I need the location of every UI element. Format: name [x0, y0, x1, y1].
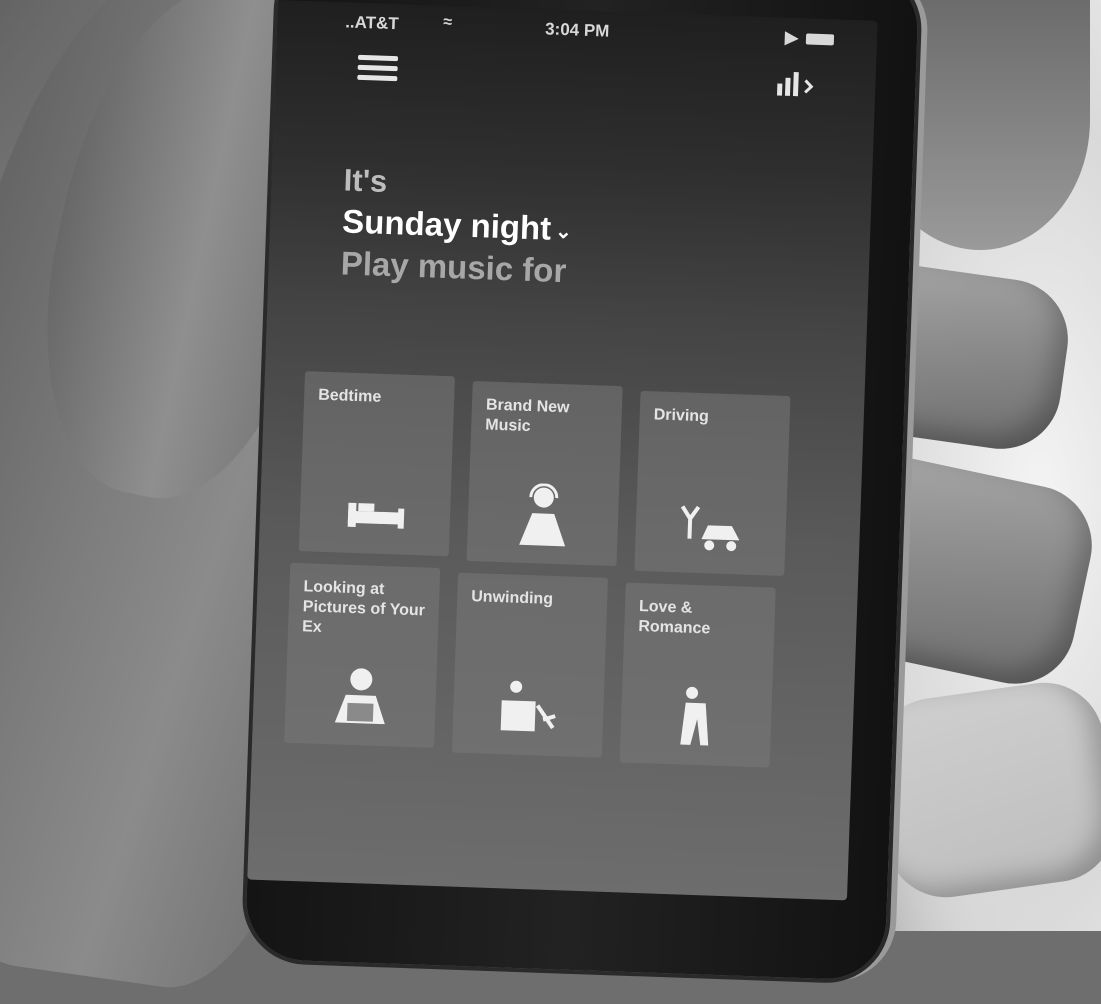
hamburger-menu-icon[interactable]: [357, 54, 399, 88]
tile-label: Love & Romance: [638, 597, 711, 638]
car-icon: [675, 492, 747, 559]
couple-icon: [660, 684, 732, 751]
tile-label: Brand New Music: [484, 396, 570, 436]
equalizer-chevron-icon[interactable]: [775, 67, 826, 103]
tile-label: Looking at Pictures of Your Ex: [301, 578, 426, 636]
tile-bedtime[interactable]: Bedtime: [298, 371, 455, 557]
battery-icon: [805, 33, 835, 46]
finger-ring: [867, 674, 1101, 906]
tile-label: Bedtime: [317, 386, 382, 406]
tile-brand-new-music[interactable]: Brand New Music: [466, 381, 623, 567]
chevron-down-icon: ⌄: [554, 220, 573, 244]
play-status-icon: ▶: [784, 27, 799, 48]
tile-love-and-romance[interactable]: Love & Romance: [619, 582, 776, 768]
tile-label: Driving: [653, 406, 710, 426]
tile-looking-at-pictures-of-your-ex[interactable]: Looking at Pictures of Your Ex: [284, 562, 441, 748]
desk-relax-icon: [492, 674, 564, 741]
phone-screen: ..AT&T ≈ 3:04 PM ▶ It's Sunday night ⌄ Pl…: [247, 0, 878, 901]
wifi-icon: ≈: [443, 13, 453, 32]
battery-status: ▶: [785, 28, 835, 50]
carrier-label: ..AT&T: [344, 12, 400, 34]
tile-unwinding[interactable]: Unwinding: [451, 572, 609, 758]
bed-icon: [339, 473, 411, 540]
tile-driving[interactable]: Driving: [634, 390, 791, 577]
headphones-person-icon: [507, 482, 579, 549]
activity-grid: Bedtime Brand New Music Driving Looking …: [284, 371, 845, 768]
time-of-day-label: Sunday night: [341, 202, 552, 247]
headline: It's Sunday night ⌄ Play music for: [340, 162, 824, 299]
tile-label: Unwinding: [470, 588, 554, 608]
person-laptop-icon: [325, 664, 397, 731]
clock-label: 3:04 PM: [544, 19, 610, 41]
